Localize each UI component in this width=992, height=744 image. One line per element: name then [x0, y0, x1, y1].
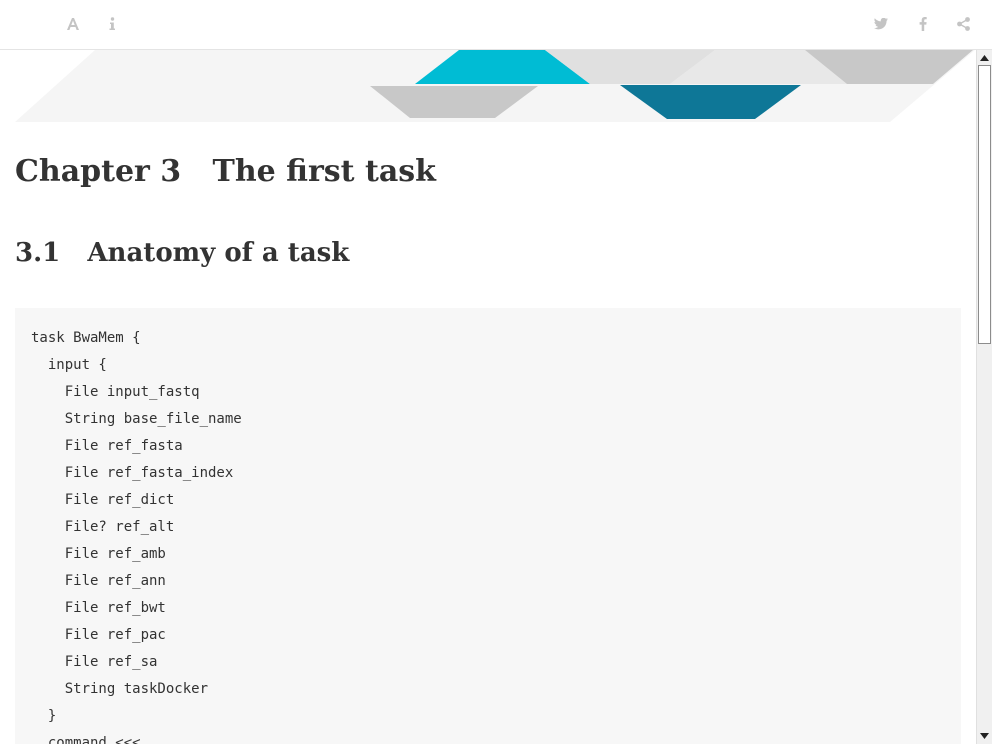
code-line: File input_fastq: [31, 384, 200, 400]
scrollbar-thumb[interactable]: [978, 65, 991, 344]
share-icon[interactable]: [951, 12, 975, 36]
code-line: File ref_sa: [31, 654, 158, 670]
chapter-banner-graphic: [15, 50, 975, 122]
code-block: task BwaMem { input { File input_fastq S…: [15, 308, 961, 744]
section-title: 3.1 Anatomy of a task: [15, 238, 350, 268]
scroll-up-arrow-icon[interactable]: [977, 51, 992, 65]
code-line: File ref_ann: [31, 573, 166, 589]
page-content: Chapter 3 The first task 3.1 Anatomy of …: [0, 50, 976, 744]
code-line: String base_file_name: [31, 411, 242, 427]
code-line: command <<<: [31, 735, 141, 744]
code-line: File? ref_alt: [31, 519, 175, 535]
code-line: File ref_dict: [31, 492, 175, 508]
book-toolbar: [0, 0, 992, 50]
code-line: File ref_amb: [31, 546, 166, 562]
code-line: String taskDocker: [31, 681, 209, 697]
info-icon[interactable]: [100, 12, 124, 36]
vertical-scrollbar[interactable]: [976, 50, 992, 744]
code-line: File ref_fasta: [31, 438, 183, 454]
code-line: task BwaMem {: [31, 330, 141, 346]
code-line: }: [31, 708, 57, 724]
code-line: File ref_pac: [31, 627, 166, 643]
chapter-title: Chapter 3 The first task: [15, 154, 436, 189]
code-line: File ref_fasta_index: [31, 465, 234, 481]
twitter-icon[interactable]: [869, 12, 893, 36]
font-settings-icon[interactable]: [61, 12, 85, 36]
code-line: input {: [31, 357, 107, 373]
scroll-down-arrow-icon[interactable]: [977, 729, 992, 743]
facebook-icon[interactable]: [911, 12, 935, 36]
code-line: File ref_bwt: [31, 600, 166, 616]
